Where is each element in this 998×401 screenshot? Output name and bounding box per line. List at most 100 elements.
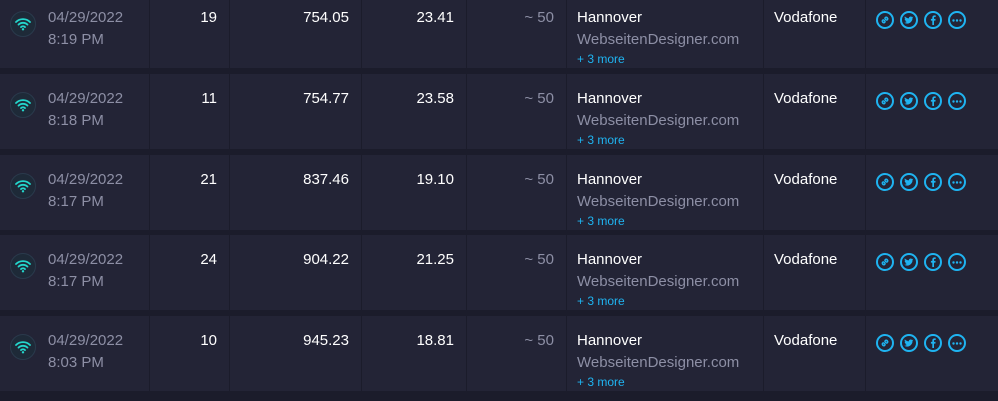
date-cell: 04/29/2022 8:03 PM — [38, 316, 150, 391]
ping-cell: 19 — [150, 0, 230, 68]
facebook-icon[interactable] — [924, 11, 942, 29]
download-value: 754.05 — [303, 9, 349, 26]
result-date: 04/29/2022 — [48, 9, 124, 26]
link-icon[interactable] — [876, 253, 894, 271]
more-icon[interactable] — [948, 253, 966, 271]
upload-cell: 23.41 — [362, 0, 467, 68]
date-cell: 04/29/2022 8:19 PM — [38, 0, 150, 68]
share-buttons — [876, 92, 966, 110]
download-cell: 754.05 — [230, 0, 362, 68]
share-cell — [866, 155, 998, 230]
result-time: 8:17 PM — [48, 193, 104, 210]
ping-cell: 21 — [150, 155, 230, 230]
server-cell: Hannover WebseitenDesigner.com + 3 more — [567, 155, 764, 230]
more-icon[interactable] — [948, 11, 966, 29]
share-cell — [866, 316, 998, 391]
distance-cell: ~ 50 — [467, 74, 567, 149]
download-value: 837.46 — [303, 171, 349, 188]
more-icon[interactable] — [948, 92, 966, 110]
isp-cell: Vodafone — [764, 74, 866, 149]
server-name: Hannover — [577, 90, 643, 107]
isp-cell: Vodafone — [764, 155, 866, 230]
share-cell — [866, 0, 998, 68]
result-date: 04/29/2022 — [48, 332, 124, 349]
share-buttons — [876, 173, 966, 191]
isp-name: Vodafone — [774, 332, 838, 349]
date-cell: 04/29/2022 8:17 PM — [38, 155, 150, 230]
server-cell: Hannover WebseitenDesigner.com + 3 more — [567, 235, 764, 310]
server-cell: Hannover WebseitenDesigner.com + 3 more — [567, 0, 764, 68]
ping-value: 19 — [200, 9, 217, 26]
date-cell: 04/29/2022 8:18 PM — [38, 74, 150, 149]
isp-name: Vodafone — [774, 171, 838, 188]
distance-value: ~ 50 — [524, 171, 554, 188]
download-cell: 945.23 — [230, 316, 362, 391]
isp-name: Vodafone — [774, 251, 838, 268]
share-buttons — [876, 11, 966, 29]
server-sponsor: WebseitenDesigner.com — [577, 112, 740, 129]
results-table: 04/29/2022 8:19 PM 19 754.05 23.41 ~ 50 … — [0, 0, 998, 401]
upload-value: 18.81 — [416, 332, 454, 349]
upload-value: 23.41 — [416, 9, 454, 26]
distance-cell: ~ 50 — [467, 235, 567, 310]
more-servers-link[interactable]: + 3 more — [577, 294, 625, 308]
date-cell: 04/29/2022 8:17 PM — [38, 235, 150, 310]
wifi-icon — [10, 173, 36, 199]
upload-value: 19.10 — [416, 171, 454, 188]
twitter-icon[interactable] — [900, 173, 918, 191]
link-icon[interactable] — [876, 92, 894, 110]
link-icon[interactable] — [876, 11, 894, 29]
table-row[interactable]: 04/29/2022 8:18 PM 11 754.77 23.58 ~ 50 … — [0, 74, 998, 152]
distance-cell: ~ 50 — [467, 0, 567, 68]
table-row[interactable]: 04/29/2022 8:19 PM 19 754.05 23.41 ~ 50 … — [0, 0, 998, 71]
facebook-icon[interactable] — [924, 334, 942, 352]
more-servers-link[interactable]: + 3 more — [577, 133, 625, 147]
upload-cell: 23.58 — [362, 74, 467, 149]
twitter-icon[interactable] — [900, 334, 918, 352]
more-icon[interactable] — [948, 334, 966, 352]
download-value: 754.77 — [303, 90, 349, 107]
result-date: 04/29/2022 — [48, 90, 124, 107]
more-icon[interactable] — [948, 173, 966, 191]
share-cell — [866, 235, 998, 310]
result-time: 8:03 PM — [48, 354, 104, 371]
upload-cell: 21.25 — [362, 235, 467, 310]
more-servers-link[interactable]: + 3 more — [577, 375, 625, 389]
isp-cell: Vodafone — [764, 0, 866, 68]
share-cell — [866, 74, 998, 149]
distance-cell: ~ 50 — [467, 155, 567, 230]
share-buttons — [876, 334, 966, 352]
link-icon[interactable] — [876, 173, 894, 191]
table-row[interactable]: 04/29/2022 8:03 PM 10 945.23 18.81 ~ 50 … — [0, 316, 998, 394]
server-name: Hannover — [577, 9, 643, 26]
ping-value: 10 — [200, 332, 217, 349]
twitter-icon[interactable] — [900, 11, 918, 29]
server-cell: Hannover WebseitenDesigner.com + 3 more — [567, 74, 764, 149]
ping-value: 24 — [200, 251, 217, 268]
twitter-icon[interactable] — [900, 253, 918, 271]
isp-cell: Vodafone — [764, 235, 866, 310]
download-value: 904.22 — [303, 251, 349, 268]
twitter-icon[interactable] — [900, 92, 918, 110]
result-date: 04/29/2022 — [48, 171, 124, 188]
share-buttons — [876, 253, 966, 271]
more-servers-link[interactable]: + 3 more — [577, 52, 625, 66]
download-cell: 754.77 — [230, 74, 362, 149]
upload-value: 23.58 — [416, 90, 454, 107]
server-name: Hannover — [577, 171, 643, 188]
facebook-icon[interactable] — [924, 173, 942, 191]
isp-cell: Vodafone — [764, 316, 866, 391]
download-value: 945.23 — [303, 332, 349, 349]
table-row[interactable]: 04/29/2022 8:17 PM 21 837.46 19.10 ~ 50 … — [0, 155, 998, 233]
wifi-icon — [10, 92, 36, 118]
more-servers-link[interactable]: + 3 more — [577, 214, 625, 228]
server-sponsor: WebseitenDesigner.com — [577, 354, 740, 371]
table-row[interactable]: 04/29/2022 8:17 PM 24 904.22 21.25 ~ 50 … — [0, 235, 998, 313]
upload-value: 21.25 — [416, 251, 454, 268]
isp-name: Vodafone — [774, 90, 838, 107]
facebook-icon[interactable] — [924, 92, 942, 110]
link-icon[interactable] — [876, 334, 894, 352]
result-date: 04/29/2022 — [48, 251, 124, 268]
facebook-icon[interactable] — [924, 253, 942, 271]
ping-cell: 24 — [150, 235, 230, 310]
